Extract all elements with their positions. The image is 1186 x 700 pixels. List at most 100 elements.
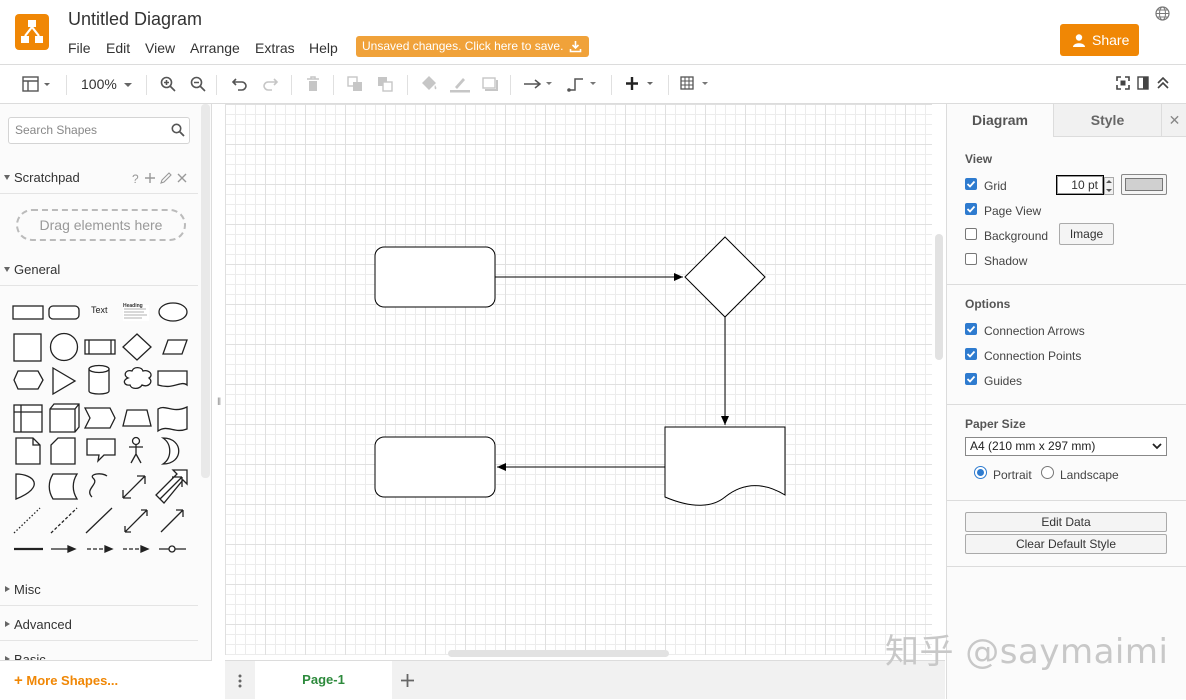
to-front-icon[interactable] xyxy=(347,76,363,92)
diagram-drawing xyxy=(374,236,786,506)
menu-extras[interactable]: Extras xyxy=(255,40,295,56)
zoom-in-icon[interactable] xyxy=(160,76,176,92)
sidebar-scrollbar[interactable] xyxy=(201,104,210,478)
background-label: Background xyxy=(984,229,1049,243)
toolbar-divider xyxy=(66,75,67,95)
decision-diamond[interactable] xyxy=(684,236,766,318)
tab-diagram[interactable]: Diagram xyxy=(947,104,1053,137)
canvas-vertical-scrollbar[interactable] xyxy=(935,234,943,360)
chevron-down-icon xyxy=(1152,443,1162,450)
scratchpad-close-icon[interactable] xyxy=(177,173,187,183)
process-rectangle-1[interactable] xyxy=(374,246,496,308)
more-shapes-button[interactable]: + More Shapes... xyxy=(0,660,212,699)
misc-header[interactable]: Misc xyxy=(0,574,198,606)
sidebar-resize-handle[interactable]: ǁ xyxy=(217,397,221,408)
toolbar-divider xyxy=(333,75,334,95)
menu-help[interactable]: Help xyxy=(309,40,338,56)
heading-shape-label: Heading xyxy=(123,303,143,309)
section-divider xyxy=(947,566,1186,567)
undo-icon[interactable] xyxy=(231,77,248,91)
scratchpad-help-icon[interactable]: ? xyxy=(132,172,139,186)
search-shapes-input[interactable]: Search Shapes xyxy=(8,117,190,144)
tab-style[interactable]: Style xyxy=(1053,104,1161,137)
unsaved-changes-button[interactable]: Unsaved changes. Click here to save. xyxy=(356,36,589,57)
check-icon xyxy=(966,205,976,213)
guides-label: Guides xyxy=(984,374,1023,388)
diagram-title[interactable]: Untitled Diagram xyxy=(68,9,202,30)
page-view-checkbox[interactable] xyxy=(965,203,977,215)
misc-title: Misc xyxy=(14,582,41,597)
view-panels-icon[interactable] xyxy=(22,76,54,92)
expand-caret-icon xyxy=(4,175,10,180)
search-icon[interactable] xyxy=(171,123,185,137)
connection-points-checkbox[interactable] xyxy=(965,348,977,360)
check-icon xyxy=(966,325,976,333)
line-color-icon[interactable] xyxy=(450,75,470,93)
shadow-icon[interactable] xyxy=(481,76,499,92)
background-image-button[interactable]: Image xyxy=(1059,223,1114,245)
delete-icon[interactable] xyxy=(306,76,320,92)
chevron-down-icon[interactable] xyxy=(124,83,132,88)
canvas-horizontal-scrollbar[interactable] xyxy=(448,650,669,657)
grid-color-button[interactable] xyxy=(1121,174,1167,195)
waypoints-icon[interactable] xyxy=(567,75,599,93)
process-rectangle-2[interactable] xyxy=(374,436,496,498)
scratchpad-drop-zone[interactable]: Drag elements here xyxy=(16,209,186,241)
grid-size-stepper[interactable] xyxy=(1104,177,1114,195)
landscape-radio[interactable] xyxy=(1041,466,1054,479)
advanced-header[interactable]: Advanced xyxy=(0,609,198,641)
portrait-radio[interactable] xyxy=(974,466,987,479)
general-title: General xyxy=(14,262,61,277)
page-tab[interactable]: Page-1 xyxy=(255,661,392,700)
shapes-sidebar: Search Shapes Scratchpad ? Drag elements… xyxy=(0,104,212,699)
table-icon[interactable] xyxy=(680,76,712,92)
zoom-level[interactable]: 100% xyxy=(81,76,117,92)
connection-arrows-checkbox[interactable] xyxy=(965,323,977,335)
expand-caret-icon xyxy=(5,621,10,627)
insert-plus-icon[interactable] xyxy=(625,76,657,92)
add-page-icon[interactable] xyxy=(401,674,414,687)
paper-size-select[interactable]: A4 (210 mm x 297 mm) xyxy=(965,437,1167,456)
toolbar-divider xyxy=(291,75,292,95)
page-tabs-bar: Page-1 xyxy=(225,660,945,700)
toolbar: 100% xyxy=(0,65,1186,104)
zoom-out-icon[interactable] xyxy=(190,76,206,92)
fill-color-icon[interactable] xyxy=(420,75,438,93)
menu-edit[interactable]: Edit xyxy=(106,40,130,56)
document-shape[interactable] xyxy=(664,426,786,506)
menu-view[interactable]: View xyxy=(145,40,175,56)
text-shape-label: Text xyxy=(91,305,108,315)
toolbar-divider xyxy=(611,75,612,95)
close-panel-icon[interactable]: ✕ xyxy=(1161,104,1186,137)
general-header[interactable]: General xyxy=(0,254,198,286)
redo-icon[interactable] xyxy=(262,77,279,91)
toolbar-divider xyxy=(146,75,147,95)
watermark: 知乎 @saymaimi xyxy=(885,632,1169,672)
scratchpad-edit-icon[interactable] xyxy=(160,172,172,184)
options-heading: Options xyxy=(965,297,1011,311)
to-back-icon[interactable] xyxy=(377,76,393,92)
connection-style-icon[interactable] xyxy=(523,78,555,90)
expand-caret-icon xyxy=(4,267,10,272)
basic-header[interactable]: Basic xyxy=(0,644,198,660)
format-panel-icon[interactable] xyxy=(1137,76,1149,90)
diagram-canvas[interactable] xyxy=(225,104,932,655)
guides-checkbox[interactable] xyxy=(965,373,977,385)
general-shapes-palette[interactable] xyxy=(6,296,196,558)
grid-size-input[interactable]: 10 pt xyxy=(1056,175,1104,195)
pages-menu-icon[interactable] xyxy=(238,674,242,688)
clear-default-style-button[interactable]: Clear Default Style xyxy=(965,534,1167,554)
menu-file[interactable]: File xyxy=(68,40,91,56)
fullscreen-icon[interactable] xyxy=(1116,76,1130,90)
shadow-checkbox[interactable] xyxy=(965,253,977,265)
collapse-up-icon[interactable] xyxy=(1157,77,1169,89)
language-globe-icon[interactable] xyxy=(1155,6,1170,21)
scratchpad-add-icon[interactable] xyxy=(145,173,155,183)
grid-checkbox[interactable] xyxy=(965,178,977,190)
background-checkbox[interactable] xyxy=(965,228,977,240)
edit-data-button[interactable]: Edit Data xyxy=(965,512,1167,532)
plus-icon: + xyxy=(14,672,23,689)
drawio-logo xyxy=(15,14,49,50)
share-button[interactable]: Share xyxy=(1060,24,1139,56)
menu-arrange[interactable]: Arrange xyxy=(190,40,240,56)
